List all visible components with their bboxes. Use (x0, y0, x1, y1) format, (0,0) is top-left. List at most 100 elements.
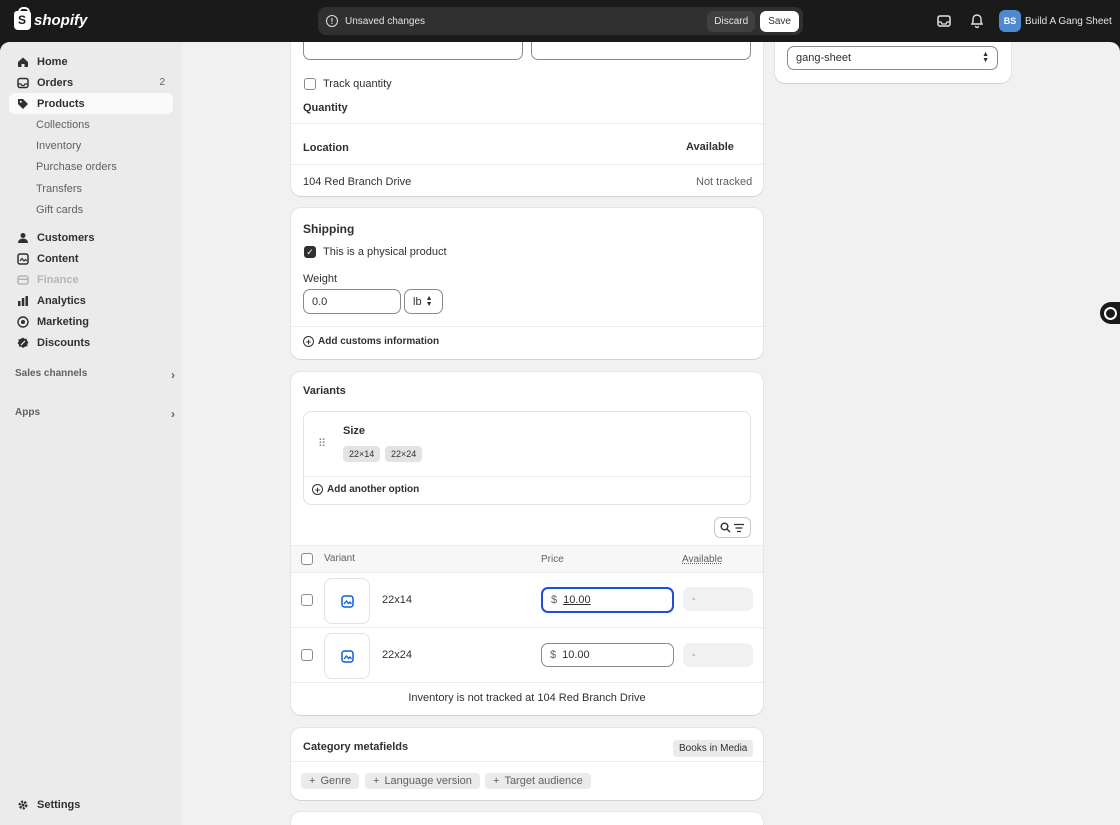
drag-handle-icon[interactable]: ⠿ (318, 437, 326, 450)
metafields-title: Category metafields (303, 741, 409, 753)
discount-icon (17, 337, 29, 349)
save-button[interactable]: Save (760, 10, 799, 32)
filter-icon (734, 523, 744, 532)
sidebar-item-collections[interactable]: Collections (36, 119, 90, 131)
add-customs-label: Add customs information (318, 336, 440, 347)
select-arrows-icon: ▲ ▼ (425, 294, 433, 308)
sidebar-item-discounts[interactable]: Discounts (9, 332, 173, 353)
divider (291, 123, 763, 124)
select-all-checkbox[interactable] (301, 553, 313, 565)
weight-input[interactable]: 0.0 (303, 289, 401, 314)
category-badge: Books in Media (673, 740, 754, 757)
target-audience-metafield-button[interactable]: + Target audience (485, 773, 591, 789)
shopify-logo[interactable]: shopify (14, 7, 87, 30)
sidebar-item-label: Products (37, 97, 85, 110)
sidebar-item-purchase-orders[interactable]: Purchase orders (36, 161, 117, 173)
discard-button[interactable]: Discard (707, 10, 756, 32)
inbox-icon[interactable] (935, 12, 953, 30)
search-icon (720, 522, 731, 533)
content-icon (17, 252, 29, 265)
currency-symbol: $ (550, 649, 557, 661)
apps-label: Apps (15, 407, 40, 418)
plus-icon: + (493, 775, 500, 787)
option-name: Size (343, 425, 366, 437)
track-quantity-label: Track quantity (323, 78, 392, 90)
add-option-button[interactable]: + Add another option (312, 484, 419, 495)
option-value-pill[interactable]: 22×14 (343, 446, 381, 462)
sidebar-item-home[interactable]: Home (9, 51, 173, 72)
chevron-right-icon: › (171, 407, 175, 421)
genre-metafield-button[interactable]: + Genre (301, 773, 360, 789)
sidebar-item-analytics[interactable]: Analytics (9, 290, 173, 311)
sidebar-item-label: Analytics (37, 294, 86, 307)
theme-template-select[interactable]: gang-sheet ▲ ▼ (787, 46, 998, 70)
variant-name: 22x24 (382, 649, 412, 661)
image-add-icon (340, 649, 354, 663)
available-field[interactable]: - (683, 643, 753, 667)
variant-image-placeholder[interactable] (324, 578, 370, 624)
table-row[interactable]: 22x14 $ 10.00 - (291, 573, 763, 628)
target-icon (17, 315, 29, 328)
shipping-title: Shipping (303, 222, 355, 236)
circle-icon (1103, 306, 1117, 320)
barcode-field[interactable] (531, 42, 751, 60)
metafield-label: Language version (384, 775, 472, 787)
row-checkbox[interactable] (301, 649, 313, 661)
sku-field[interactable] (303, 42, 523, 60)
table-row[interactable]: 22x24 $ 10.00 - (291, 628, 763, 683)
sidebar-item-orders[interactable]: Orders 2 (9, 72, 173, 93)
sidebar-item-gift-cards[interactable]: Gift cards (36, 204, 83, 216)
option-value-pill[interactable]: 22×24 (385, 446, 423, 462)
price-input[interactable]: $ 10.00 (541, 587, 674, 613)
template-value: gang-sheet (796, 52, 852, 64)
row-checkbox[interactable] (301, 594, 313, 606)
plus-icon: + (373, 775, 380, 787)
search-filter-button[interactable] (714, 517, 751, 538)
variants-footer-note: Inventory is not tracked at 104 Red Bran… (408, 692, 646, 704)
select-arrows-icon: ▲ ▼ (982, 51, 989, 64)
sidebar-item-label: Content (37, 252, 79, 265)
sidebar-item-finance[interactable]: Finance (9, 269, 173, 290)
apps-header[interactable]: Apps › (15, 407, 175, 421)
image-add-icon (340, 594, 354, 608)
sidebar-item-content[interactable]: Content (9, 248, 173, 269)
sidebar-item-marketing[interactable]: Marketing (9, 311, 173, 332)
available-field[interactable]: - (683, 587, 753, 611)
sidebar-item-customers[interactable]: Customers (9, 227, 173, 248)
chevron-right-icon: › (171, 368, 175, 382)
sidebar-item-inventory[interactable]: Inventory (36, 140, 81, 152)
variants-title: Variants (303, 385, 346, 397)
variants-table-header: Variant Price Available (291, 545, 763, 573)
gear-icon (17, 799, 29, 811)
sidebar-item-settings[interactable]: Settings (9, 794, 173, 815)
sidebar-item-label: Discounts (37, 336, 91, 349)
next-card (291, 812, 763, 825)
avatar: BS (999, 10, 1021, 32)
sales-channels-header[interactable]: Sales channels › (15, 368, 175, 382)
sidebar-item-products[interactable]: Products (9, 93, 173, 114)
app-frame: Home Orders 2 Products Collections Inven… (0, 42, 1120, 825)
variant-image-placeholder[interactable] (324, 633, 370, 679)
currency-symbol: $ (551, 594, 558, 606)
option-box: ⠿ Size 22×14 22×24 + Add another option (303, 411, 751, 505)
location-name: 104 Red Branch Drive (303, 176, 412, 188)
store-menu[interactable]: BS Build A Gang Sheet (999, 10, 1112, 32)
home-icon (17, 56, 29, 68)
variant-column-header: Variant (324, 553, 355, 564)
price-value: 10.00 (563, 594, 591, 606)
physical-product-checkbox[interactable]: ✓ (304, 246, 316, 258)
sidebar-item-transfers[interactable]: Transfers (36, 183, 82, 195)
bell-icon[interactable] (968, 12, 986, 30)
weight-unit-select[interactable]: lb ▲ ▼ (404, 289, 443, 314)
floating-toggle[interactable] (1100, 302, 1120, 324)
category-metafields-card: Category metafields Books in Media + Genr… (291, 728, 763, 800)
track-quantity-checkbox[interactable] (304, 78, 316, 90)
price-input[interactable]: $ 10.00 (541, 643, 674, 667)
inventory-card: Track quantity Quantity Location Availab… (291, 42, 763, 196)
add-customs-button[interactable]: + Add customs information (303, 336, 439, 347)
weight-label: Weight (303, 273, 338, 285)
orders-icon (17, 77, 29, 89)
plus-circle-icon: + (303, 336, 314, 347)
weight-unit-value: lb (413, 295, 422, 308)
language-version-metafield-button[interactable]: + Language version (365, 773, 480, 789)
